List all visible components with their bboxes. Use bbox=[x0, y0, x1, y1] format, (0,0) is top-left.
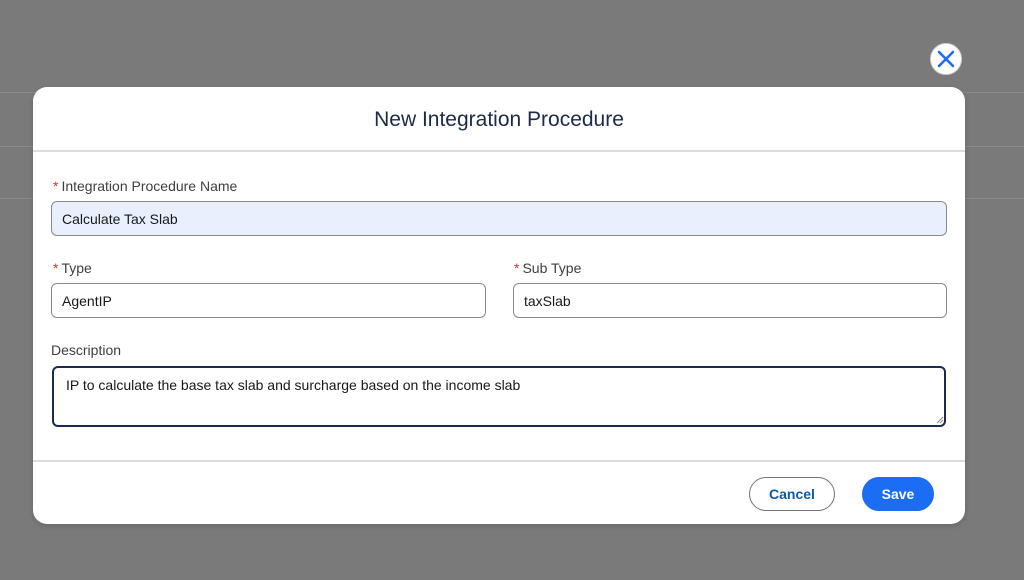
type-label-text: Type bbox=[61, 260, 92, 276]
close-icon bbox=[937, 50, 955, 68]
modal-body: *Integration Procedure Name *Type *Sub T… bbox=[33, 152, 965, 462]
integration-procedure-name-input[interactable] bbox=[51, 201, 947, 236]
required-marker: * bbox=[53, 178, 59, 194]
type-input[interactable] bbox=[51, 283, 486, 318]
sub-type-input[interactable] bbox=[513, 283, 947, 318]
description-textarea[interactable]: IP to calculate the base tax slab and su… bbox=[52, 366, 946, 427]
resize-grip-icon[interactable] bbox=[936, 416, 944, 424]
required-marker: * bbox=[53, 260, 59, 276]
new-integration-procedure-modal: New Integration Procedure * Integration P… bbox=[33, 87, 965, 524]
name-label-text: Integration Procedure Name bbox=[61, 178, 238, 194]
required-marker: * bbox=[514, 260, 520, 276]
save-button[interactable]: Save bbox=[862, 477, 934, 511]
description-field-label: Description bbox=[51, 342, 121, 358]
sub-type-field-label: * Sub Type bbox=[514, 260, 581, 276]
modal-header: New Integration Procedure bbox=[33, 87, 965, 152]
description-label-text: Description bbox=[51, 342, 122, 358]
sub-type-label-text: Sub Type bbox=[522, 260, 582, 276]
name-field-label: * Integration Procedure Name bbox=[53, 178, 237, 194]
modal-footer: Cancel Save bbox=[33, 462, 965, 524]
cancel-button[interactable]: Cancel bbox=[749, 477, 835, 511]
modal-title: New Integration Procedure bbox=[374, 107, 624, 131]
type-field-label: * Type bbox=[53, 260, 92, 276]
close-modal-button[interactable] bbox=[930, 43, 962, 75]
